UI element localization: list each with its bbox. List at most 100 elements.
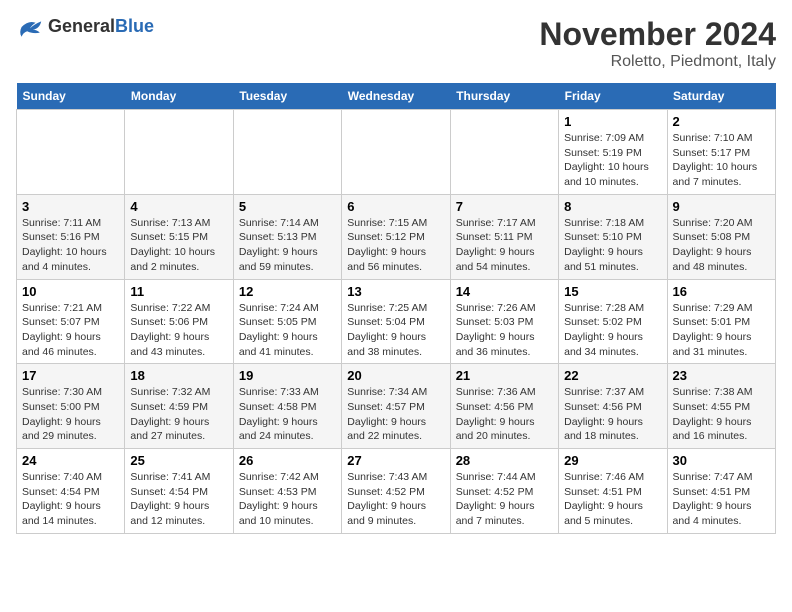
calendar-cell: 30 Sunrise: 7:47 AM Sunset: 4:51 PM Dayli… — [667, 449, 775, 534]
calendar-body: 1Sunrise: 7:09 AM Sunset: 5:19 PM Daylig… — [17, 110, 776, 534]
logo: GeneralBlue — [16, 16, 154, 37]
calendar-cell: 26 Sunrise: 7:42 AM Sunset: 4:53 PM Dayli… — [233, 449, 341, 534]
day-info: Sunrise: 7:17 AM Sunset: 5:11 PM Dayligh… — [456, 216, 553, 275]
day-number: 20 — [347, 368, 444, 383]
calendar-cell: 23Sunrise: 7:38 AM Sunset: 4:55 PM Dayli… — [667, 364, 775, 449]
day-number: 25 — [130, 453, 227, 468]
calendar-cell: 16 Sunrise: 7:29 AM Sunset: 5:01 PM Dayli… — [667, 279, 775, 364]
calendar-cell: 22Sunrise: 7:37 AM Sunset: 4:56 PM Dayli… — [559, 364, 667, 449]
day-info: Sunrise: 7:29 AM Sunset: 5:01 PM Dayligh… — [673, 301, 770, 360]
day-info: Sunrise: 7:28 AM Sunset: 5:02 PM Dayligh… — [564, 301, 661, 360]
day-info: Sunrise: 7:20 AM Sunset: 5:08 PM Dayligh… — [673, 216, 770, 275]
day-info: Sunrise: 7:10 AM Sunset: 5:17 PM Dayligh… — [673, 131, 770, 190]
calendar-cell — [233, 110, 341, 195]
day-number: 2 — [673, 114, 770, 129]
calendar-cell: 19Sunrise: 7:33 AM Sunset: 4:58 PM Dayli… — [233, 364, 341, 449]
day-number: 17 — [22, 368, 119, 383]
calendar-cell — [125, 110, 233, 195]
calendar-week-row: 3 Sunrise: 7:11 AM Sunset: 5:16 PM Daylig… — [17, 194, 776, 279]
calendar-cell: 9 Sunrise: 7:20 AM Sunset: 5:08 PM Daylig… — [667, 194, 775, 279]
day-info: Sunrise: 7:34 AM Sunset: 4:57 PM Dayligh… — [347, 385, 444, 444]
calendar-cell: 4 Sunrise: 7:13 AM Sunset: 5:15 PM Daylig… — [125, 194, 233, 279]
day-number: 16 — [673, 284, 770, 299]
day-of-week-header: Monday — [125, 83, 233, 110]
day-of-week-header: Tuesday — [233, 83, 341, 110]
calendar-cell: 24 Sunrise: 7:40 AM Sunset: 4:54 PM Dayli… — [17, 449, 125, 534]
day-number: 5 — [239, 199, 336, 214]
day-number: 15 — [564, 284, 661, 299]
day-number: 12 — [239, 284, 336, 299]
calendar-cell: 21 Sunrise: 7:36 AM Sunset: 4:56 PM Dayli… — [450, 364, 558, 449]
day-number: 18 — [130, 368, 227, 383]
calendar-cell: 3 Sunrise: 7:11 AM Sunset: 5:16 PM Daylig… — [17, 194, 125, 279]
calendar-cell: 15 Sunrise: 7:28 AM Sunset: 5:02 PM Dayli… — [559, 279, 667, 364]
calendar-week-row: 17 Sunrise: 7:30 AM Sunset: 5:00 PM Dayli… — [17, 364, 776, 449]
calendar-cell — [17, 110, 125, 195]
logo-general-text: General — [48, 16, 115, 36]
day-info: Sunrise: 7:18 AM Sunset: 5:10 PM Dayligh… — [564, 216, 661, 275]
day-info: Sunrise: 7:41 AM Sunset: 4:54 PM Dayligh… — [130, 470, 227, 529]
calendar-cell: 27 Sunrise: 7:43 AM Sunset: 4:52 PM Dayli… — [342, 449, 450, 534]
calendar-cell: 13Sunrise: 7:25 AM Sunset: 5:04 PM Dayli… — [342, 279, 450, 364]
logo-icon — [16, 17, 44, 37]
day-info: Sunrise: 7:43 AM Sunset: 4:52 PM Dayligh… — [347, 470, 444, 529]
day-number: 19 — [239, 368, 336, 383]
day-number: 26 — [239, 453, 336, 468]
calendar-cell: 28 Sunrise: 7:44 AM Sunset: 4:52 PM Dayli… — [450, 449, 558, 534]
month-title: November 2024 — [539, 16, 776, 53]
day-info: Sunrise: 7:11 AM Sunset: 5:16 PM Dayligh… — [22, 216, 119, 275]
day-info: Sunrise: 7:37 AM Sunset: 4:56 PM Dayligh… — [564, 385, 661, 444]
day-number: 27 — [347, 453, 444, 468]
day-number: 11 — [130, 284, 227, 299]
day-info: Sunrise: 7:44 AM Sunset: 4:52 PM Dayligh… — [456, 470, 553, 529]
day-of-week-header: Wednesday — [342, 83, 450, 110]
calendar-cell: 18Sunrise: 7:32 AM Sunset: 4:59 PM Dayli… — [125, 364, 233, 449]
day-info: Sunrise: 7:30 AM Sunset: 5:00 PM Dayligh… — [22, 385, 119, 444]
calendar-cell: 11Sunrise: 7:22 AM Sunset: 5:06 PM Dayli… — [125, 279, 233, 364]
day-number: 24 — [22, 453, 119, 468]
calendar-cell: 25 Sunrise: 7:41 AM Sunset: 4:54 PM Dayli… — [125, 449, 233, 534]
day-number: 4 — [130, 199, 227, 214]
day-info: Sunrise: 7:14 AM Sunset: 5:13 PM Dayligh… — [239, 216, 336, 275]
day-of-week-header: Friday — [559, 83, 667, 110]
calendar-cell: 14Sunrise: 7:26 AM Sunset: 5:03 PM Dayli… — [450, 279, 558, 364]
day-number: 1 — [564, 114, 661, 129]
day-info: Sunrise: 7:36 AM Sunset: 4:56 PM Dayligh… — [456, 385, 553, 444]
calendar-cell: 20 Sunrise: 7:34 AM Sunset: 4:57 PM Dayli… — [342, 364, 450, 449]
calendar-cell: 29Sunrise: 7:46 AM Sunset: 4:51 PM Dayli… — [559, 449, 667, 534]
calendar-week-row: 10Sunrise: 7:21 AM Sunset: 5:07 PM Dayli… — [17, 279, 776, 364]
day-info: Sunrise: 7:15 AM Sunset: 5:12 PM Dayligh… — [347, 216, 444, 275]
location-subtitle: Roletto, Piedmont, Italy — [539, 53, 776, 71]
day-number: 6 — [347, 199, 444, 214]
day-number: 8 — [564, 199, 661, 214]
calendar-cell: 10Sunrise: 7:21 AM Sunset: 5:07 PM Dayli… — [17, 279, 125, 364]
day-of-week-header: Sunday — [17, 83, 125, 110]
day-number: 9 — [673, 199, 770, 214]
day-number: 3 — [22, 199, 119, 214]
calendar-cell: 7 Sunrise: 7:17 AM Sunset: 5:11 PM Daylig… — [450, 194, 558, 279]
day-info: Sunrise: 7:38 AM Sunset: 4:55 PM Dayligh… — [673, 385, 770, 444]
calendar-header-row: SundayMondayTuesdayWednesdayThursdayFrid… — [17, 83, 776, 110]
day-info: Sunrise: 7:47 AM Sunset: 4:51 PM Dayligh… — [673, 470, 770, 529]
day-info: Sunrise: 7:42 AM Sunset: 4:53 PM Dayligh… — [239, 470, 336, 529]
calendar-cell: 2 Sunrise: 7:10 AM Sunset: 5:17 PM Daylig… — [667, 110, 775, 195]
calendar-cell — [342, 110, 450, 195]
day-number: 30 — [673, 453, 770, 468]
day-number: 10 — [22, 284, 119, 299]
day-info: Sunrise: 7:40 AM Sunset: 4:54 PM Dayligh… — [22, 470, 119, 529]
day-info: Sunrise: 7:25 AM Sunset: 5:04 PM Dayligh… — [347, 301, 444, 360]
day-info: Sunrise: 7:24 AM Sunset: 5:05 PM Dayligh… — [239, 301, 336, 360]
calendar-cell: 1Sunrise: 7:09 AM Sunset: 5:19 PM Daylig… — [559, 110, 667, 195]
calendar-cell: 6 Sunrise: 7:15 AM Sunset: 5:12 PM Daylig… — [342, 194, 450, 279]
day-info: Sunrise: 7:46 AM Sunset: 4:51 PM Dayligh… — [564, 470, 661, 529]
calendar-cell: 8 Sunrise: 7:18 AM Sunset: 5:10 PM Daylig… — [559, 194, 667, 279]
day-of-week-header: Thursday — [450, 83, 558, 110]
day-info: Sunrise: 7:13 AM Sunset: 5:15 PM Dayligh… — [130, 216, 227, 275]
calendar-cell: 12 Sunrise: 7:24 AM Sunset: 5:05 PM Dayli… — [233, 279, 341, 364]
calendar-table: SundayMondayTuesdayWednesdayThursdayFrid… — [16, 83, 776, 534]
day-number: 14 — [456, 284, 553, 299]
day-number: 7 — [456, 199, 553, 214]
day-number: 28 — [456, 453, 553, 468]
page-header: GeneralBlue November 2024 Roletto, Piedm… — [16, 16, 776, 71]
day-number: 21 — [456, 368, 553, 383]
